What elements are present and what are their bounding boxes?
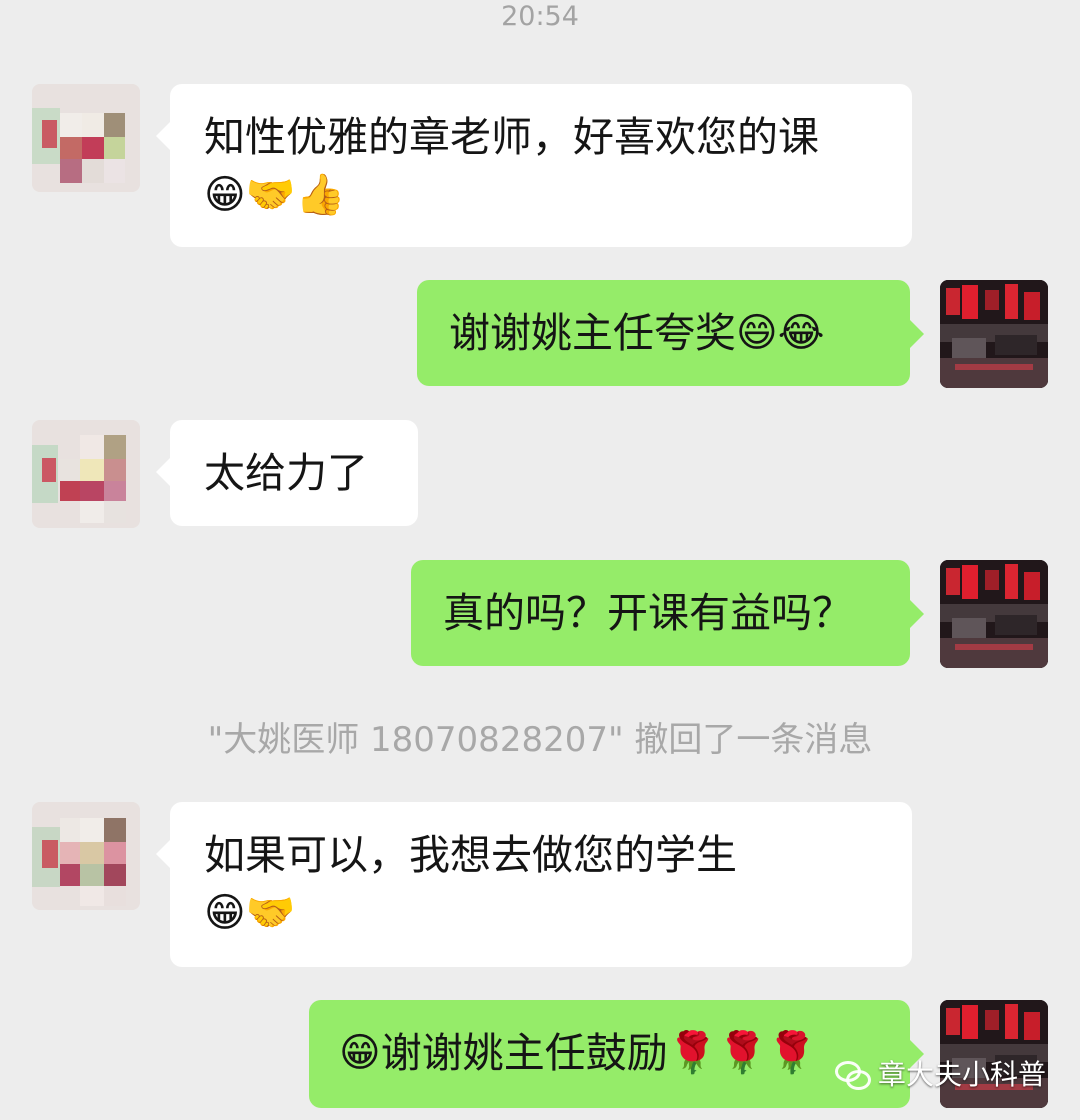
message-text: 谢谢姚主任鼓励 <box>380 1029 668 1077</box>
grin-handshake-thumbsup-icon: 😁🤝👍 <box>204 172 346 218</box>
message-text: 谢谢姚主任夸奖 <box>449 309 736 357</box>
message-text: 太给力了 <box>204 449 368 497</box>
user-avatar[interactable] <box>940 560 1048 668</box>
incoming-avatar[interactable] <box>32 802 140 910</box>
message-text: 真的吗？开课有益吗？ <box>443 589 853 637</box>
channel-watermark: 章大夫小科普 <box>832 1050 1072 1096</box>
incoming-message-bubble[interactable]: 太给力了 <box>156 420 418 526</box>
smile-laugh-tear-icon: 😄😂 <box>736 310 825 356</box>
message-text: 如果可以，我想去做您的学生 <box>204 831 737 879</box>
watermark-text: 章大夫小科普 <box>878 1058 1047 1091</box>
message-text: 知性优雅的章老师，好喜欢您的课 <box>204 113 819 161</box>
grin-icon: 😁 <box>339 1030 381 1076</box>
outgoing-message-bubble[interactable]: 真的吗？开课有益吗？ <box>411 560 924 666</box>
user-avatar[interactable] <box>940 280 1048 388</box>
outgoing-message-bubble[interactable]: 谢谢姚主任夸奖😄😂 <box>417 280 924 386</box>
outgoing-message-bubble[interactable]: 😁谢谢姚主任鼓励🌹🌹🌹 <box>309 1000 924 1108</box>
rose-icon: 🌹🌹🌹 <box>667 1030 818 1076</box>
wechat-channel-icon <box>832 1054 871 1092</box>
incoming-avatar[interactable] <box>32 420 140 528</box>
message-time: 20:54 <box>501 1 579 32</box>
incoming-message-bubble[interactable]: 知性优雅的章老师，好喜欢您的课 😁🤝👍 <box>156 84 912 247</box>
incoming-message-bubble[interactable]: 如果可以，我想去做您的学生 😁🤝 <box>156 802 912 967</box>
incoming-avatar[interactable] <box>32 84 140 192</box>
recalled-message-notice: "大姚医师 18070828207" 撤回了一条消息 <box>207 720 873 760</box>
grin-handshake-icon: 😁🤝 <box>204 890 296 936</box>
